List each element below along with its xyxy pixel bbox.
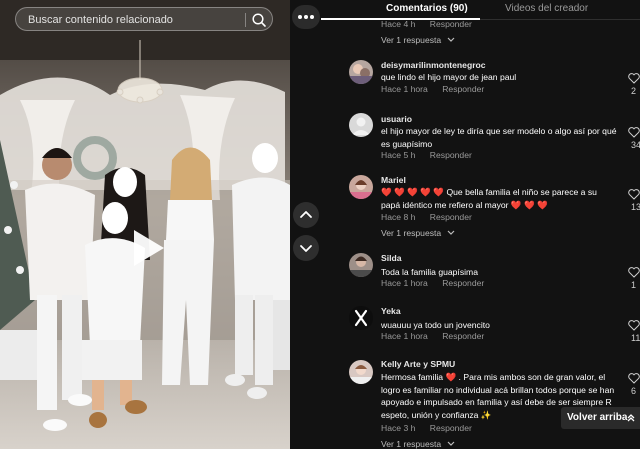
comment-meta: Hace 1 hora Responder bbox=[381, 278, 484, 288]
video-player[interactable] bbox=[0, 0, 290, 449]
comment-time: Hace 4 h bbox=[381, 19, 416, 29]
like-count: 6 bbox=[631, 386, 637, 396]
search-divider bbox=[245, 13, 246, 27]
view-replies-label: Ver 1 respuesta bbox=[381, 35, 442, 45]
avatar[interactable] bbox=[349, 175, 373, 199]
comment-text: el hijo mayor de ley te diría que ser mo… bbox=[381, 126, 617, 149]
comment-text: wuauuu ya todo un jovencito bbox=[381, 320, 490, 330]
like-count: 1 bbox=[631, 280, 637, 290]
tab-creator-videos[interactable]: Videos del creador bbox=[505, 3, 588, 14]
chevron-down-icon bbox=[447, 441, 455, 446]
reply-button[interactable]: Responder bbox=[442, 331, 484, 341]
like-button[interactable]: 1 bbox=[628, 267, 640, 290]
avatar[interactable] bbox=[349, 253, 373, 277]
comment-meta: Hace 5 h Responder bbox=[381, 150, 472, 160]
comment-username[interactable]: Kelly Arte y SPMU bbox=[381, 359, 455, 369]
comment-username[interactable]: Mariel bbox=[381, 175, 406, 185]
back-to-top-button[interactable]: Volver arriba bbox=[561, 407, 640, 429]
reply-button[interactable]: Responder bbox=[430, 423, 472, 433]
heart-icon bbox=[628, 373, 640, 384]
view-replies-button[interactable]: Ver 1 respuesta bbox=[381, 35, 455, 45]
comment-time: Hace 1 hora bbox=[381, 331, 428, 341]
reply-button[interactable]: Responder bbox=[442, 278, 484, 288]
like-button[interactable]: 34 bbox=[628, 127, 640, 150]
avatar[interactable] bbox=[349, 113, 373, 137]
avatar[interactable] bbox=[349, 360, 373, 384]
like-button[interactable]: 6 bbox=[628, 373, 640, 396]
reply-button[interactable]: Responder bbox=[430, 150, 472, 160]
chevron-down-icon bbox=[300, 245, 312, 252]
more-icon bbox=[298, 15, 314, 19]
heart-icon bbox=[628, 73, 640, 84]
reply-button[interactable]: Responder bbox=[430, 19, 472, 29]
comment-time: Hace 5 h bbox=[381, 150, 416, 160]
like-button[interactable]: 139 bbox=[628, 189, 640, 212]
like-count: 11 bbox=[631, 333, 640, 343]
chevron-down-icon bbox=[447, 37, 455, 42]
play-icon[interactable] bbox=[130, 228, 166, 268]
view-replies-button[interactable]: Ver 1 respuesta bbox=[381, 228, 455, 238]
avatar[interactable] bbox=[349, 60, 373, 84]
back-to-top-label: Volver arriba bbox=[567, 412, 628, 423]
chevron-up-icon bbox=[627, 414, 635, 422]
like-button[interactable]: 11 bbox=[628, 320, 640, 343]
heart-icon bbox=[628, 127, 640, 138]
like-count: 139 bbox=[631, 202, 640, 212]
video-frame bbox=[0, 0, 290, 449]
comment-time: Hace 3 h bbox=[381, 423, 416, 433]
comment-username[interactable]: deisymarilinmontenegroc bbox=[381, 60, 486, 70]
search-input[interactable] bbox=[28, 12, 238, 28]
chevron-down-icon bbox=[447, 230, 455, 235]
comment-time: Hace 1 hora bbox=[381, 278, 428, 288]
comment-username[interactable]: Silda bbox=[381, 253, 402, 263]
comment-time: Hace 1 hora bbox=[381, 84, 428, 94]
comment-meta: Hace 3 h Responder bbox=[381, 423, 472, 433]
comment-username[interactable]: Yeka bbox=[381, 306, 401, 316]
comment-text: que lindo el hijo mayor de jean paul bbox=[381, 72, 517, 82]
more-options-button[interactable] bbox=[292, 5, 320, 29]
reply-button[interactable]: Responder bbox=[430, 212, 472, 222]
heart-icon bbox=[628, 320, 640, 331]
chevron-up-icon bbox=[300, 211, 312, 218]
tab-comments[interactable]: Comentarios (90) bbox=[386, 3, 468, 14]
previous-video-button[interactable] bbox=[293, 202, 319, 228]
comment-text: Toda la familia guapísima bbox=[381, 267, 478, 277]
view-replies-button[interactable]: Ver 1 respuesta bbox=[381, 439, 455, 449]
comments-panel: Comentarios (90) Videos del creador Hace… bbox=[321, 0, 640, 449]
heart-icon bbox=[628, 189, 640, 200]
like-count: 34 bbox=[631, 140, 640, 150]
view-replies-label: Ver 1 respuesta bbox=[381, 439, 442, 449]
tab-bar: Comentarios (90) Videos del creador bbox=[321, 0, 640, 20]
comment-time: Hace 8 h bbox=[381, 212, 416, 222]
comment-meta: Hace 4 h Responder bbox=[381, 19, 472, 29]
comment-meta: Hace 8 h Responder bbox=[381, 212, 472, 222]
like-count: 2 bbox=[631, 86, 637, 96]
search-bar[interactable] bbox=[15, 7, 273, 31]
comment-meta: Hace 1 hora Responder bbox=[381, 331, 484, 341]
view-replies-label: Ver 1 respuesta bbox=[381, 228, 442, 238]
comment-username[interactable]: usuario bbox=[381, 114, 412, 124]
reply-button[interactable]: Responder bbox=[442, 84, 484, 94]
heart-icon bbox=[628, 267, 640, 278]
comment-text: ❤️ ❤️ ❤️ ❤️ ❤️ Que bella familia el niño… bbox=[381, 187, 597, 210]
avatar[interactable] bbox=[349, 306, 373, 330]
search-icon[interactable] bbox=[250, 11, 268, 29]
comment-meta: Hace 1 hora Responder bbox=[381, 84, 484, 94]
next-video-button[interactable] bbox=[293, 235, 319, 261]
like-button[interactable]: 2 bbox=[628, 73, 640, 96]
